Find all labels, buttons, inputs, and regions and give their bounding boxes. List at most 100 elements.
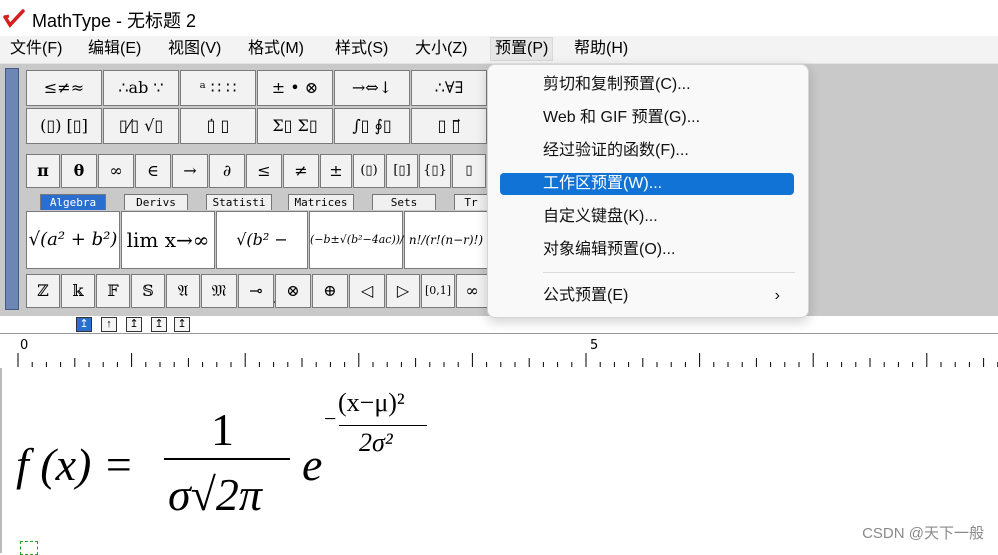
palette-arrows-button[interactable]: →⇔↓	[334, 70, 410, 106]
nudge-button-4[interactable]: ↥	[151, 317, 167, 332]
symbol-multimap[interactable]: ⊸	[238, 274, 274, 308]
palette-scripts-button[interactable]: ▯̇ ▯	[180, 108, 256, 144]
formula-numerator: 1	[211, 404, 234, 455]
mathtype-logo-icon	[3, 9, 25, 28]
symbol-theta[interactable]: θ	[61, 154, 97, 188]
ruler-label-5: 5	[590, 338, 599, 353]
symbol-fraktur-a[interactable]: 𝔄	[166, 274, 200, 308]
menu-item-object-editing-prefs[interactable]: 对象编辑预置(O)...	[500, 239, 794, 261]
menu-style[interactable]: 样式(S)	[331, 38, 392, 60]
tab-statistics[interactable]: Statisti	[206, 194, 272, 210]
symbol-fraktur-m[interactable]: 𝔐	[201, 274, 237, 308]
nudge-button-2[interactable]: ↑	[101, 317, 117, 332]
template-quadratic-formula[interactable]: (−b±√(b²−4ac))/2a	[309, 211, 417, 269]
tab-algebra[interactable]: Algebra	[40, 194, 106, 210]
title-bar: MathType - 无标题 2	[0, 0, 998, 36]
palette-spaces-button[interactable]: ∴ab ∵	[103, 70, 179, 106]
exponent-numerator: (x−μ)²	[338, 388, 405, 417]
fraction-bar	[164, 458, 290, 460]
palette-fences-button[interactable]: (▯) [▯]	[26, 108, 102, 144]
menu-item-workspace-prefs[interactable]: 工作区预置(W)...	[500, 173, 794, 195]
menu-format[interactable]: 格式(M)	[244, 38, 308, 60]
toolbar-drag-handle[interactable]	[5, 68, 19, 310]
symbol-k-double[interactable]: 𝕜	[61, 274, 95, 308]
menu-item-equation-prefs[interactable]: 公式预置(E) ›	[500, 285, 794, 307]
palette-bars-button[interactable]: ▯ ▯⃗	[411, 108, 487, 144]
symbol-field[interactable]: 𝔽	[96, 274, 130, 308]
menu-item-verified-functions[interactable]: 经过验证的函数(F)...	[500, 140, 794, 162]
symbol-fraction[interactable]: ▯	[452, 154, 486, 188]
menu-item-label: Web 和 GIF 预置(G)...	[543, 109, 701, 126]
exponent-fraction-bar	[339, 425, 427, 426]
symbol-parentheses[interactable]: (▯)	[353, 154, 385, 188]
menu-item-label: 经过验证的函数(F)...	[543, 142, 689, 159]
symbol-integers[interactable]: ℤ	[26, 274, 60, 308]
symbol-element-of[interactable]: ∈	[135, 154, 171, 188]
exponent-sign: −	[324, 406, 337, 431]
menu-edit[interactable]: 编辑(E)	[84, 38, 145, 60]
formula-lhs: f (x) =	[16, 439, 134, 490]
window-title: MathType - 无标题 2	[32, 11, 197, 31]
menu-item-label: 工作区预置(W)...	[543, 175, 663, 192]
menu-view[interactable]: 视图(V)	[164, 38, 225, 60]
symbol-less-equal[interactable]: ≤	[246, 154, 282, 188]
nudge-up-button[interactable]: ↥	[76, 317, 92, 332]
symbol-interval[interactable]: [0,1]	[421, 274, 455, 308]
palette-embellishments-button[interactable]: ᵃ ∷ ∷	[180, 70, 256, 106]
menu-item-customize-keyboard[interactable]: 自定义键盘(K)...	[500, 206, 794, 228]
symbol-partial[interactable]: ∂	[209, 154, 245, 188]
menu-help[interactable]: 帮助(H)	[570, 38, 632, 60]
symbol-infinity-2[interactable]: ∞	[456, 274, 488, 308]
template-combination[interactable]: n!/(r!(n−r)!)	[404, 211, 488, 269]
symbol-oplus[interactable]: ⊕	[312, 274, 348, 308]
chevron-right-icon: ›	[774, 287, 780, 304]
symbol-otimes[interactable]: ⊗	[275, 274, 311, 308]
formula-base: e	[302, 439, 323, 490]
exponent-denominator: 2σ²	[359, 428, 393, 457]
palette-sums-button[interactable]: Σ▯ Σ▯	[257, 108, 333, 144]
tab-trig[interactable]: Tr	[454, 194, 488, 210]
ruler[interactable]: 0 5	[0, 333, 998, 369]
tab-derivs[interactable]: Derivs	[124, 194, 188, 210]
menu-separator	[543, 272, 795, 273]
symbol-not-equal[interactable]: ≠	[283, 154, 319, 188]
formula-denominator: σ√2π	[168, 469, 262, 520]
menu-item-label: 公式预置(E)	[543, 287, 629, 304]
palette-logic-button[interactable]: ∴∀∃	[411, 70, 487, 106]
symbol-brackets[interactable]: [▯]	[386, 154, 418, 188]
ruler-ticks	[17, 353, 998, 367]
palette-relations-button[interactable]: ≤≠≈	[26, 70, 102, 106]
template-pythagoras[interactable]: √(a² + b²)	[26, 211, 120, 269]
palette-integrals-button[interactable]: ∫▯ ∮▯	[334, 108, 410, 144]
menu-bar: 文件(F) 编辑(E) 视图(V) 格式(M) 样式(S) 大小(Z) 预置(P…	[0, 36, 998, 64]
menu-item-cut-copy-prefs[interactable]: 剪切和复制预置(C)...	[500, 74, 794, 96]
tab-sets[interactable]: Sets	[372, 194, 436, 210]
template-discriminant[interactable]: √(b² − 4ac)	[216, 211, 308, 305]
symbol-infinity[interactable]: ∞	[98, 154, 134, 188]
symbol-right-triangle[interactable]: ▷	[386, 274, 420, 308]
preferences-dropdown-menu: 剪切和复制预置(C)... Web 和 GIF 预置(G)... 经过验证的函数…	[487, 64, 809, 318]
menu-item-label: 对象编辑预置(O)...	[543, 241, 676, 258]
symbol-braces[interactable]: {▯}	[419, 154, 451, 188]
equation-editor-area[interactable]: f (x) = 1 σ√2π e − (x−μ)² 2σ²	[0, 368, 998, 555]
symbol-s-double[interactable]: 𝕊	[131, 274, 165, 308]
menu-preferences[interactable]: 预置(P)	[490, 37, 554, 61]
nudge-button-5[interactable]: ↥	[174, 317, 190, 332]
ruler-label-0: 0	[20, 338, 29, 353]
palette-operators-button[interactable]: ± • ⊗	[257, 70, 333, 106]
watermark: CSDN @天下一般	[862, 525, 984, 542]
menu-item-label: 剪切和复制预置(C)...	[543, 76, 691, 93]
tab-matrices[interactable]: Matrices	[288, 194, 354, 210]
symbol-left-triangle[interactable]: ◁	[349, 274, 385, 308]
symbol-pi[interactable]: π	[26, 154, 60, 188]
menu-file[interactable]: 文件(F)	[6, 38, 66, 60]
nudge-button-3[interactable]: ↥	[126, 317, 142, 332]
menu-item-web-gif-prefs[interactable]: Web 和 GIF 预置(G)...	[500, 107, 794, 129]
palette-fractions-button[interactable]: ▯⁄▯ √▯	[103, 108, 179, 144]
template-limit[interactable]: lim x→∞	[121, 211, 215, 269]
symbol-plus-minus[interactable]: ±	[320, 154, 352, 188]
symbol-right-arrow[interactable]: →	[172, 154, 208, 188]
menu-size[interactable]: 大小(Z)	[411, 38, 471, 60]
equation[interactable]: f (x) = 1 σ√2π e − (x−μ)² 2σ²	[16, 388, 456, 548]
menu-item-label: 自定义键盘(K)...	[543, 208, 658, 225]
